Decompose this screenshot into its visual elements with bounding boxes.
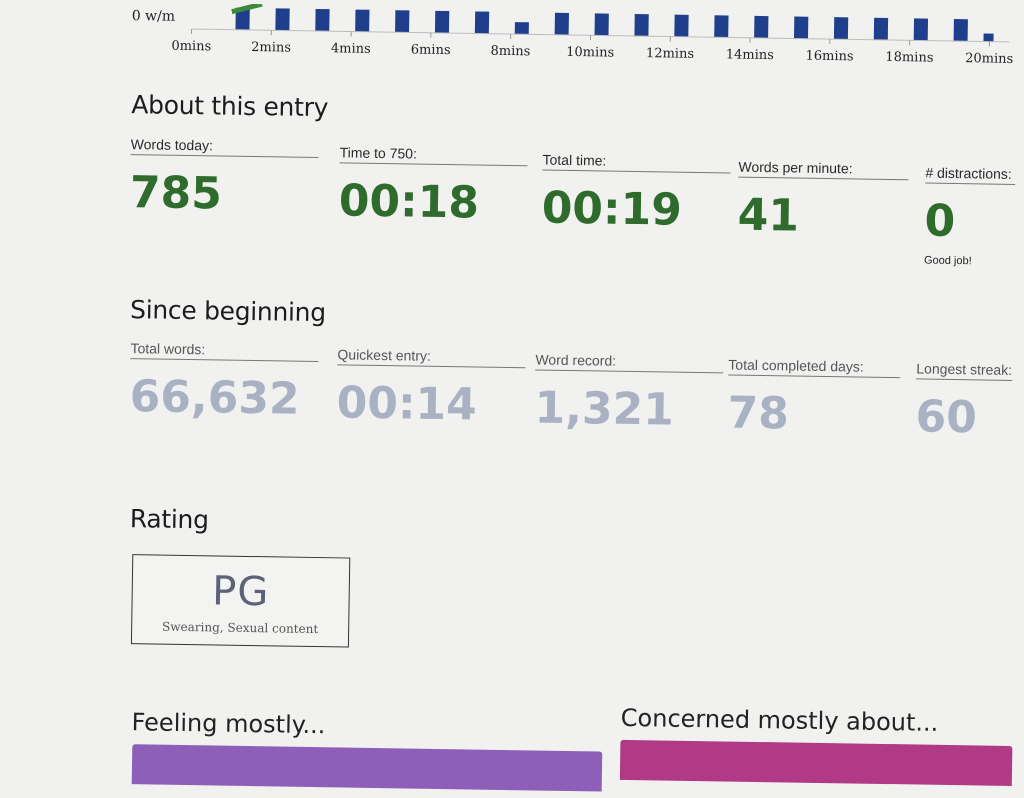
chart-bar xyxy=(315,9,329,31)
stat-value: 0 xyxy=(924,196,1015,248)
chart-bar xyxy=(794,16,808,38)
chart-tick-label: 6mins xyxy=(411,42,451,58)
chart-bar xyxy=(555,13,569,35)
stat-quickest-entry: Quickest entry: 00:14 xyxy=(336,346,525,431)
stat-value: 41 xyxy=(737,190,908,244)
chart-tick-label: 12mins xyxy=(646,46,694,62)
chart-bar xyxy=(395,10,409,32)
chart-tick-label: 8mins xyxy=(490,44,530,60)
stat-label: Words today: xyxy=(131,136,319,158)
chart-bar xyxy=(874,18,888,40)
stat-value: 60 xyxy=(915,391,1012,444)
rating-value: PG xyxy=(132,567,349,616)
stat-value: 78 xyxy=(727,387,900,441)
chart-tick-label: 4mins xyxy=(331,41,371,57)
chart-tick-label: 0mins xyxy=(171,39,211,55)
stat-label: Longest streak: xyxy=(916,360,1012,381)
chart-tick-label: 16mins xyxy=(805,49,853,65)
chart-bar xyxy=(714,15,728,37)
stats-page: 0 w/m 0mins 2mins 4mins 6mins 8mins 10mins 12m… xyxy=(0,0,1024,784)
concerned-title: Concerned mostly about... xyxy=(621,704,939,737)
stat-value: 785 xyxy=(130,167,319,221)
stat-value: 00:19 xyxy=(541,183,730,237)
stat-total-time: Total time: 00:19 xyxy=(541,152,730,237)
stat-total-words: Total words: 66,632 xyxy=(129,340,318,425)
stat-label: Quickest entry: xyxy=(337,346,525,368)
stat-value: 66,632 xyxy=(129,371,318,425)
chart-bar xyxy=(983,33,993,41)
rating-description: Swearing, Sexual content xyxy=(132,619,348,636)
chart-bar xyxy=(914,18,928,40)
stat-value: 00:14 xyxy=(336,377,525,431)
stat-label: Words per minute: xyxy=(738,159,908,181)
stat-words-today: Words today: 785 xyxy=(130,136,319,221)
stat-label: # distractions: xyxy=(925,165,1015,185)
chart-bar xyxy=(754,16,768,38)
chart-tick-label: 18mins xyxy=(885,50,933,66)
chart-bar xyxy=(834,17,848,39)
chart-tick-label: 20mins xyxy=(965,51,1013,67)
chart-bar xyxy=(595,13,609,35)
chart-tick-label: 2mins xyxy=(251,40,291,56)
chart-tick-label: 10mins xyxy=(566,45,614,61)
chart-bar xyxy=(674,15,688,37)
stat-total-completed-days: Total completed days: 78 xyxy=(727,356,900,441)
stat-label: Total completed days: xyxy=(728,356,900,378)
chart-bar xyxy=(634,14,648,36)
chart-y-axis-label: 0 w/m xyxy=(132,8,176,25)
concerned-bar[interactable] xyxy=(620,740,1013,786)
chart-bar xyxy=(515,22,529,34)
stat-time-to-750: Time to 750: 00:18 xyxy=(338,144,527,229)
rating-box: PG Swearing, Sexual content xyxy=(131,554,350,647)
stat-distractions: # distractions: 0 Good job! xyxy=(924,165,1016,268)
chart-bar xyxy=(475,11,489,33)
words-per-minute-chart: 0 w/m 0mins 2mins 4mins 6mins 8mins 10mins 12m… xyxy=(0,0,1024,96)
stat-longest-streak: Longest streak: 60 xyxy=(915,360,1012,443)
chart-tick-label: 14mins xyxy=(726,47,774,63)
about-entry-title: About this entry xyxy=(131,90,328,122)
stat-words-per-minute: Words per minute: 41 xyxy=(737,159,908,244)
stat-word-record: Word record: 1,321 xyxy=(534,351,723,436)
feeling-title: Feeling mostly... xyxy=(131,708,325,739)
chart-bar xyxy=(275,8,289,30)
stat-value: 00:18 xyxy=(338,175,527,229)
rating-title: Rating xyxy=(130,504,209,534)
chart-bar xyxy=(954,19,968,41)
chart-bar xyxy=(355,10,369,32)
stat-label: Word record: xyxy=(535,351,723,373)
stat-label: Total words: xyxy=(130,340,318,362)
stat-label: Total time: xyxy=(542,152,730,174)
stat-label: Time to 750: xyxy=(339,144,527,166)
chart-bar xyxy=(435,11,449,33)
distractions-note: Good job! xyxy=(924,255,1014,268)
since-beginning-title: Since beginning xyxy=(130,295,326,327)
stat-value: 1,321 xyxy=(534,382,723,436)
